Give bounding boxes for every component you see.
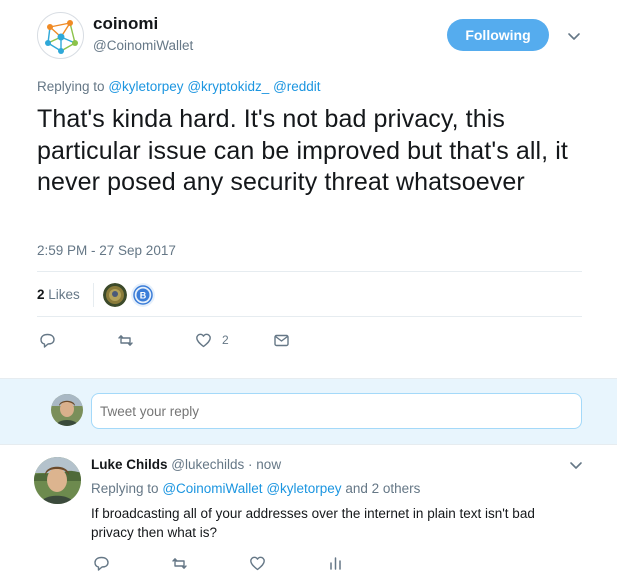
separator: · xyxy=(248,457,253,472)
user-handle[interactable]: @CoinomiWallet xyxy=(93,38,193,53)
likes-stat[interactable]: 2 Likes xyxy=(37,287,80,302)
liker-avatar[interactable] xyxy=(103,283,127,307)
mention-link[interactable]: @reddit xyxy=(273,79,320,94)
reply-replying-to: Replying to @CoinomiWallet @kyletorpey a… xyxy=(91,481,420,496)
reply-icon xyxy=(39,332,56,349)
divider xyxy=(37,271,582,272)
heart-icon xyxy=(249,555,266,572)
envelope-icon xyxy=(273,332,290,349)
reply-author-avatar[interactable] xyxy=(34,457,81,504)
like-button[interactable]: 2 xyxy=(195,331,229,349)
heart-icon xyxy=(195,332,212,349)
mention-link[interactable]: @kyletorpey xyxy=(266,481,341,496)
reply-button[interactable] xyxy=(93,555,110,573)
display-name[interactable]: coinomi xyxy=(93,14,158,34)
analytics-icon xyxy=(327,555,344,572)
reply-text: If broadcasting all of your addresses ov… xyxy=(91,506,535,540)
like-count: 2 xyxy=(222,333,229,347)
mention-link[interactable]: @kryptokidz_ xyxy=(187,79,269,94)
like-button[interactable] xyxy=(249,555,266,573)
analytics-button[interactable] xyxy=(327,555,344,573)
mention-link[interactable]: @CoinomiWallet xyxy=(162,481,262,496)
chevron-down-icon[interactable] xyxy=(568,457,584,473)
retweet-icon xyxy=(171,555,188,572)
others-link[interactable]: and 2 others xyxy=(345,481,420,496)
reply-time[interactable]: now xyxy=(256,457,281,472)
reply-author[interactable]: Luke Childs @lukechilds · now xyxy=(91,457,281,472)
chevron-down-icon[interactable] xyxy=(566,28,582,44)
mention-link[interactable]: @kyletorpey xyxy=(108,79,183,94)
divider xyxy=(93,283,94,307)
retweet-icon xyxy=(117,332,134,349)
reply-handle[interactable]: @lukechilds xyxy=(171,457,244,472)
liker-avatar[interactable]: B xyxy=(131,283,155,307)
tweet-timestamp[interactable]: 2:59 PM - 27 Sep 2017 xyxy=(37,243,176,258)
retweet-button[interactable] xyxy=(117,331,134,349)
reply-input[interactable] xyxy=(91,393,582,429)
replying-to: Replying to @kyletorpey @kryptokidz_ @re… xyxy=(37,79,321,94)
divider xyxy=(37,316,582,317)
reply-button[interactable] xyxy=(39,331,56,349)
reply-display-name[interactable]: Luke Childs xyxy=(91,457,168,472)
replying-prefix: Replying to xyxy=(37,79,105,94)
reply-icon xyxy=(93,555,110,572)
direct-message-button[interactable] xyxy=(273,331,290,349)
likes-label: Likes xyxy=(48,287,80,302)
retweet-button[interactable] xyxy=(171,555,188,573)
likes-count: 2 xyxy=(37,287,45,302)
my-avatar[interactable] xyxy=(51,394,83,426)
svg-text:B: B xyxy=(140,291,147,301)
following-button[interactable]: Following xyxy=(447,19,549,51)
replying-prefix: Replying to xyxy=(91,481,159,496)
tweet-text: That's kinda hard. It's not bad privacy,… xyxy=(37,105,568,196)
coinomi-avatar[interactable] xyxy=(37,12,84,59)
